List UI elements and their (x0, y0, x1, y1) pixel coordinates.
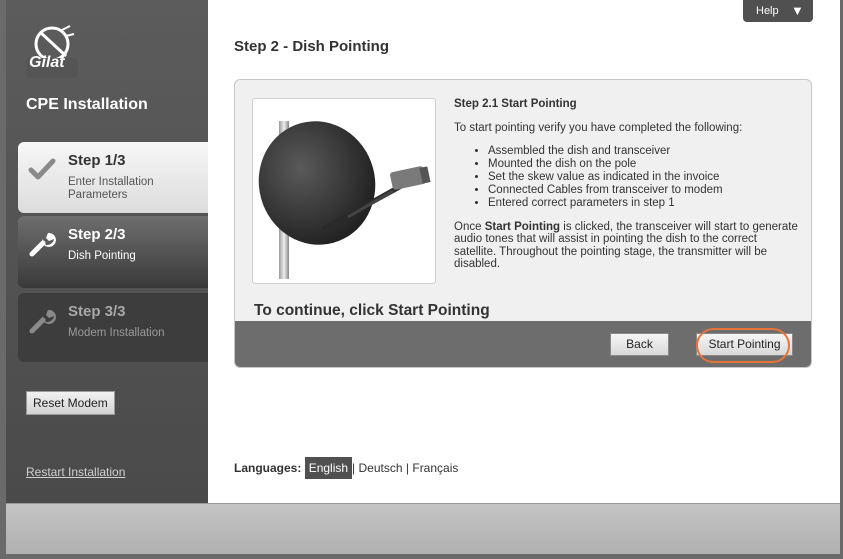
help-label: Help (756, 5, 779, 17)
dish-image (252, 98, 436, 284)
logo-text: Gilat (29, 54, 65, 71)
language-separator: | (352, 461, 356, 475)
language-separator: | (405, 461, 410, 475)
list-item: Connected Cables from transceiver to mod… (488, 184, 800, 197)
languages-label: Languages: (234, 461, 302, 475)
step-subtitle: Modem Installation (68, 327, 165, 339)
step-subtitle: Dish Pointing (68, 250, 136, 262)
list-item: Entered correct parameters in step 1 (488, 197, 800, 210)
instructions: Step 2.1 Start Pointing To start pointin… (454, 98, 800, 271)
intro-text: To start pointing verify you have comple… (454, 122, 743, 134)
page-title: Step 2 - Dish Pointing (234, 38, 390, 55)
explanation-bold: Start Pointing (484, 220, 561, 233)
step-subtitle: Enter Installation Parameters (68, 176, 154, 201)
list-item: Mounted the dish on the pole (488, 158, 800, 171)
main-content: Help ▼ Step 2 - Dish Pointing Step 2.1 S… (208, 0, 840, 503)
sidebar-step-2[interactable]: Step 2/3 Dish Pointing (18, 216, 214, 288)
reset-modem-button[interactable]: Reset Modem (26, 391, 115, 415)
bottom-bar (6, 503, 840, 554)
explanation-text: Once Start Pointing is clicked, the tran… (454, 221, 800, 271)
list-item: Set the skew value as indicated in the i… (488, 171, 800, 184)
back-button[interactable]: Back (610, 333, 669, 356)
checklist: Assembled the dish and transceiver Mount… (488, 145, 800, 211)
list-item: Assembled the dish and transceiver (488, 145, 800, 158)
step-title: Step 3/3 (68, 303, 126, 320)
wrench-icon (29, 232, 56, 257)
step-title: Step 2/3 (68, 226, 126, 243)
sidebar: Gilat CPE Installation Step 1/3 Enter In… (6, 0, 214, 503)
pointing-panel: Step 2.1 Start Pointing To start pointin… (234, 79, 812, 368)
restart-installation-link[interactable]: Restart Installation (26, 465, 125, 479)
language-deutsch[interactable]: Deutsch (359, 461, 403, 475)
step-title: Step 1/3 (68, 152, 126, 169)
explanation-prefix: Once (454, 220, 485, 233)
section-heading: Step 2.1 Start Pointing (454, 98, 577, 110)
sidebar-title: CPE Installation (26, 96, 148, 113)
chevron-down-icon: ▼ (791, 3, 804, 18)
wrench-icon (29, 309, 56, 334)
language-francais[interactable]: Français (412, 461, 458, 475)
start-pointing-highlight (696, 328, 790, 363)
help-button[interactable]: Help ▼ (743, 0, 813, 22)
continue-instruction: To continue, click Start Pointing (254, 302, 490, 319)
checkmark-icon (28, 158, 56, 180)
sidebar-step-1[interactable]: Step 1/3 Enter Installation Parameters (18, 142, 214, 213)
language-english[interactable]: English (304, 457, 353, 479)
satellite-dish-icon (258, 121, 431, 279)
language-selector: Languages: English | Deutsch | Français (234, 457, 458, 479)
sidebar-step-3[interactable]: Step 3/3 Modem Installation (18, 293, 214, 362)
